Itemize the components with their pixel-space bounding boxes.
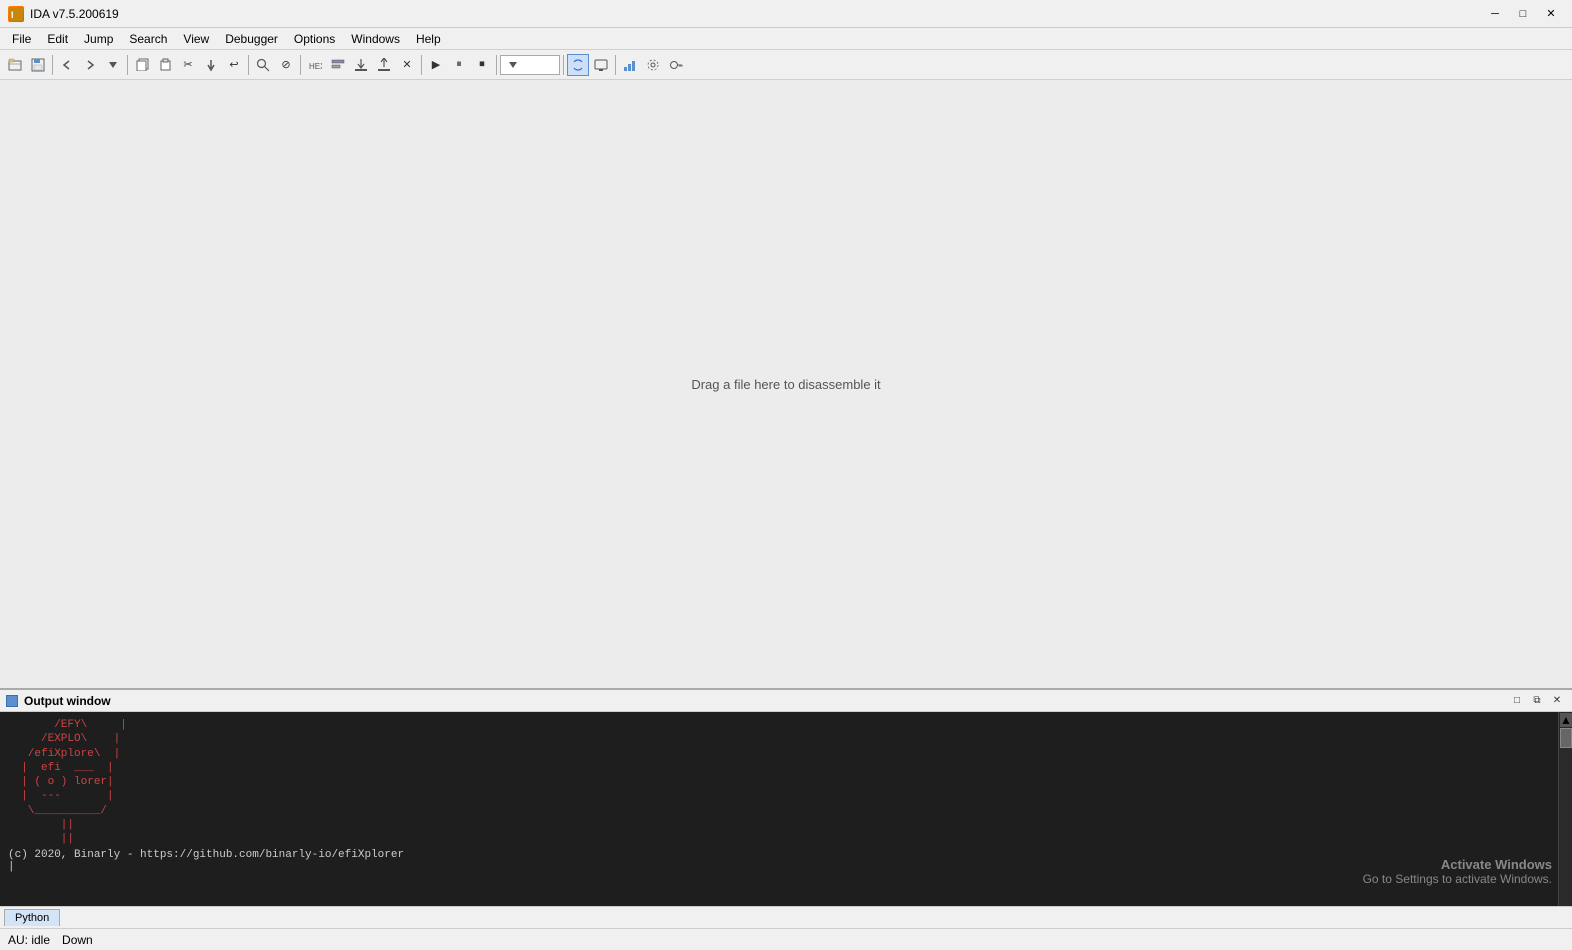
menu-edit[interactable]: Edit — [39, 30, 76, 48]
output-header-left: Output window — [6, 694, 111, 708]
menu-bar: File Edit Jump Search View Debugger Opti… — [0, 28, 1572, 50]
tab-bar: Python — [0, 906, 1572, 928]
scroll-up-arrow[interactable]: ▲ — [1560, 713, 1572, 727]
output-section: Output window □ ⧉ ✕ /EFY\ | /EXPLO\ | /e… — [0, 688, 1572, 928]
toolbar-sep-1 — [52, 55, 53, 75]
toolbar-save-button[interactable] — [27, 54, 49, 76]
toolbar-segments-button[interactable] — [327, 54, 349, 76]
output-cursor-line: | — [8, 861, 1564, 873]
toolbar-cut-button[interactable]: ✂ — [177, 54, 199, 76]
menu-help[interactable]: Help — [408, 30, 449, 48]
toolbar-down-button[interactable] — [200, 54, 222, 76]
main-area[interactable]: Drag a file here to disassemble it — [0, 80, 1572, 688]
menu-file[interactable]: File — [4, 30, 39, 48]
activate-windows-line1: Activate Windows — [1363, 857, 1552, 872]
toolbar-sep-7 — [563, 55, 564, 75]
window-controls: ─ □ ✕ — [1482, 5, 1564, 23]
toolbar-key-button[interactable] — [665, 54, 687, 76]
toolbar-graph-button[interactable] — [619, 54, 641, 76]
output-float-button[interactable]: ⧉ — [1528, 693, 1546, 709]
output-header-controls: □ ⧉ ✕ — [1508, 693, 1566, 709]
menu-view[interactable]: View — [175, 30, 217, 48]
output-scrollbar[interactable]: ▲ — [1558, 712, 1572, 906]
activate-windows-line2: Go to Settings to activate Windows. — [1363, 872, 1552, 886]
toolbar-paste-button[interactable] — [154, 54, 176, 76]
toolbar-hex-button[interactable]: HEX — [304, 54, 326, 76]
toolbar: ✂ ↩ ⊘ HEX ✕ ▶ ⏸ ⏹ — [0, 50, 1572, 80]
toolbar-stop-button[interactable]: ⏹ — [471, 54, 493, 76]
toolbar-open-button[interactable] — [4, 54, 26, 76]
tab-python[interactable]: Python — [4, 909, 60, 926]
toolbar-sep-5 — [421, 55, 422, 75]
menu-options[interactable]: Options — [286, 30, 343, 48]
svg-text:I: I — [11, 10, 14, 20]
minimize-button[interactable]: ─ — [1482, 5, 1508, 23]
toolbar-imports-button[interactable] — [350, 54, 372, 76]
menu-debugger[interactable]: Debugger — [217, 30, 286, 48]
toolbar-forward-button[interactable] — [79, 54, 101, 76]
toolbar-search-button[interactable] — [252, 54, 274, 76]
toolbar-exports-button[interactable] — [373, 54, 395, 76]
debugger-dropdown[interactable] — [500, 55, 560, 75]
toolbar-sep-3 — [248, 55, 249, 75]
toolbar-run-button[interactable]: ▶ — [425, 54, 447, 76]
status-direction: Down — [62, 933, 93, 947]
toolbar-screen-button[interactable] — [590, 54, 612, 76]
toolbar-nav-dropdown[interactable] — [102, 54, 124, 76]
output-close-button[interactable]: ✕ — [1548, 693, 1566, 709]
output-copyright-text: (c) 2020, Binarly - https://github.com/b… — [8, 849, 1564, 861]
toolbar-sep-2 — [127, 55, 128, 75]
ascii-art-logo: /EFY\ | /EXPLO\ | /efiXplore\ | | efi __… — [8, 718, 1564, 847]
toolbar-sync-button[interactable] — [567, 54, 589, 76]
output-window-icon — [6, 695, 18, 707]
toolbar-sep-6 — [496, 55, 497, 75]
menu-windows[interactable]: Windows — [343, 30, 408, 48]
toolbar-pause-button[interactable]: ⏸ — [448, 54, 470, 76]
toolbar-cancel-search-button[interactable]: ⊘ — [275, 54, 297, 76]
toolbar-undo-button[interactable]: ↩ — [223, 54, 245, 76]
activate-windows-notice: Activate Windows Go to Settings to activ… — [1363, 857, 1552, 886]
toolbar-settings-button[interactable] — [642, 54, 664, 76]
title-bar: I IDA v7.5.200619 ─ □ ✕ — [0, 0, 1572, 28]
toolbar-sep-4 — [300, 55, 301, 75]
app-icon: I — [8, 6, 24, 22]
toolbar-copy-button[interactable] — [131, 54, 153, 76]
close-button[interactable]: ✕ — [1538, 5, 1564, 23]
status-au: AU: idle — [8, 933, 50, 947]
title-bar-left: I IDA v7.5.200619 — [8, 6, 119, 22]
status-bar: AU: idle Down — [0, 928, 1572, 950]
svg-text:HEX: HEX — [309, 62, 322, 71]
toolbar-back-button[interactable] — [56, 54, 78, 76]
drop-hint-text: Drag a file here to disassemble it — [691, 377, 880, 392]
menu-jump[interactable]: Jump — [76, 30, 121, 48]
output-window-title: Output window — [24, 694, 111, 708]
toolbar-close-view-button[interactable]: ✕ — [396, 54, 418, 76]
output-header: Output window □ ⧉ ✕ — [0, 690, 1572, 712]
scroll-thumb[interactable] — [1560, 728, 1572, 748]
output-maximize-button[interactable]: □ — [1508, 693, 1526, 709]
toolbar-sep-8 — [615, 55, 616, 75]
menu-search[interactable]: Search — [121, 30, 175, 48]
window-title: IDA v7.5.200619 — [30, 7, 119, 21]
maximize-button[interactable]: □ — [1510, 5, 1536, 23]
output-content[interactable]: /EFY\ | /EXPLO\ | /efiXplore\ | | efi __… — [0, 712, 1572, 906]
